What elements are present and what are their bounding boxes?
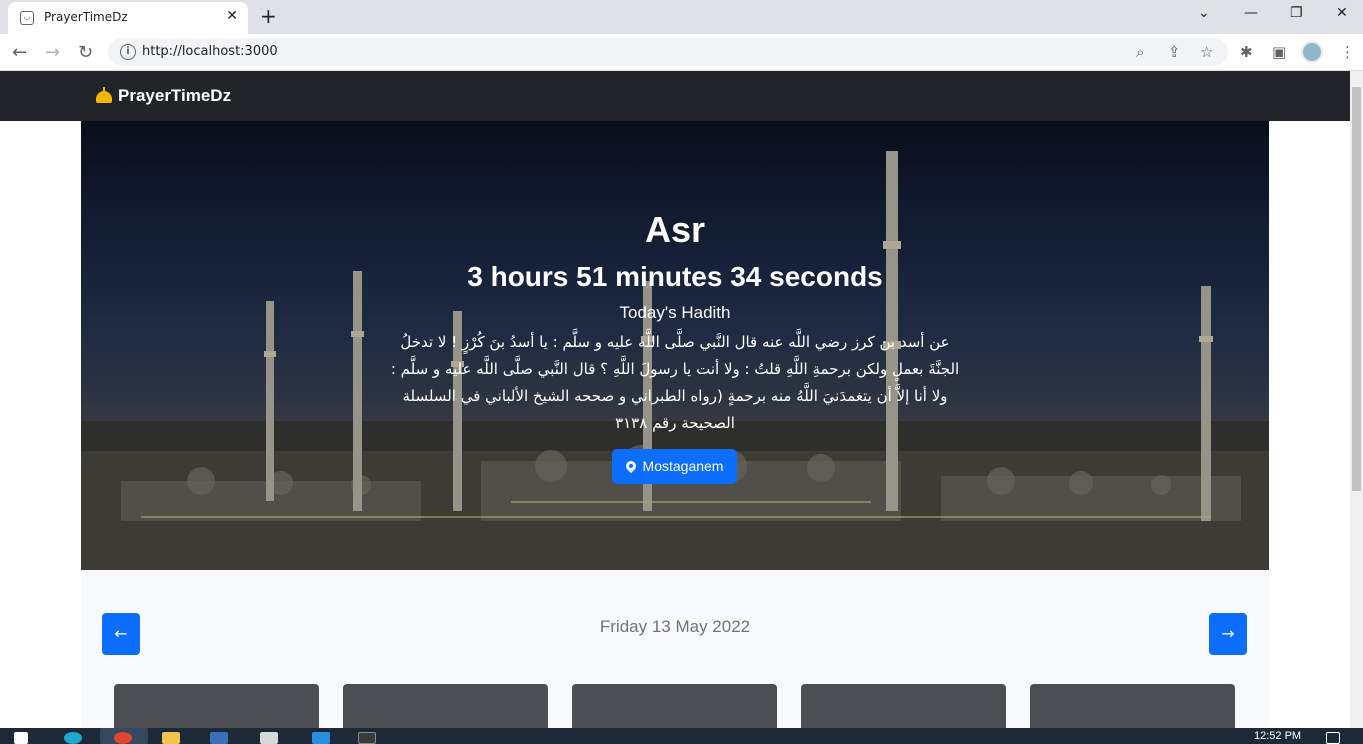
browser-toolbar: ← → ↻ i http://localhost:3000 ⌕ ⇪ ☆ ✱ ▣ …: [0, 34, 1363, 71]
map-pin-icon: [623, 458, 638, 474]
bookmark-star-icon[interactable]: ☆: [1200, 43, 1213, 61]
close-window-icon[interactable]: ✕: [1336, 5, 1348, 21]
minimize-icon[interactable]: —: [1244, 5, 1258, 21]
os-taskbar: 12:52 PM: [0, 728, 1363, 744]
brand-name: PrayerTimeDz: [118, 86, 232, 105]
reload-icon[interactable]: ↻: [78, 42, 93, 63]
start-icon[interactable]: [14, 732, 28, 744]
browser-tab[interactable]: ◡ PrayerTimeDz ✕: [8, 2, 248, 34]
next-prayer-name: Asr: [644, 209, 706, 250]
menu-dots-icon[interactable]: ⋮: [1340, 43, 1355, 61]
favicon-icon: ◡: [20, 11, 34, 25]
app-icon-2[interactable]: [260, 732, 278, 744]
prayer-card: [114, 684, 319, 728]
prayer-schedule-section: ← Friday 13 May 2022 →: [81, 570, 1269, 728]
tab-title: PrayerTimeDz: [44, 10, 128, 24]
edge-icon[interactable]: [64, 732, 82, 744]
tab-search-icon[interactable]: ⌄: [1198, 5, 1210, 21]
address-bar[interactable]: i http://localhost:3000 ⌕ ⇪ ☆: [108, 38, 1228, 66]
hadith-text: عن أسد بن كرز رضي اللَّه عنه قال النَّبي…: [390, 333, 960, 432]
site-info-icon[interactable]: i: [120, 44, 136, 60]
brand-link[interactable]: PrayerTimeDz: [95, 86, 231, 106]
location-label: Mostaganem: [642, 458, 724, 474]
back-icon[interactable]: ←: [12, 42, 27, 63]
new-tab-icon[interactable]: +: [260, 4, 277, 28]
prayer-card: [1030, 684, 1235, 728]
page-viewport: PrayerTimeDz Asr 3 hours 51 minutes 34 s…: [0, 71, 1350, 728]
extensions-icon[interactable]: ✱: [1240, 43, 1253, 61]
page-scrollbar[interactable]: [1350, 71, 1363, 728]
forward-icon[interactable]: →: [45, 42, 60, 63]
browser-tab-strip: ◡ PrayerTimeDz ✕ + ⌄ — ❐ ✕: [0, 0, 1363, 34]
prayer-card: [801, 684, 1006, 728]
location-button[interactable]: Mostaganem: [612, 449, 737, 484]
next-day-button[interactable]: →: [1209, 613, 1247, 655]
share-icon[interactable]: ⇪: [1168, 43, 1181, 61]
prayer-countdown: 3 hours 51 minutes 34 seconds: [467, 261, 883, 292]
app-icon[interactable]: [210, 732, 228, 744]
notifications-icon[interactable]: [1326, 732, 1340, 744]
hadith-title: Today's Hadith: [619, 303, 731, 322]
side-panel-icon[interactable]: ▣: [1272, 43, 1286, 61]
schedule-date: Friday 13 May 2022: [599, 617, 751, 636]
mosque-icon: [95, 87, 113, 103]
hero-banner: Asr 3 hours 51 minutes 34 seconds Today'…: [81, 121, 1269, 570]
file-explorer-icon[interactable]: [162, 732, 180, 744]
restore-icon[interactable]: ❐: [1290, 5, 1303, 21]
hero-content: Asr 3 hours 51 minutes 34 seconds Today'…: [81, 121, 1269, 570]
profile-avatar[interactable]: [1301, 41, 1323, 63]
terminal-icon[interactable]: [358, 732, 376, 744]
taskbar-clock[interactable]: 12:52 PM: [1254, 730, 1301, 742]
prayer-card: [572, 684, 777, 728]
site-navbar: PrayerTimeDz: [0, 71, 1350, 121]
zoom-icon[interactable]: ⌕: [1136, 43, 1144, 61]
url-text[interactable]: http://localhost:3000: [142, 44, 278, 59]
arrow-right-icon: →: [1221, 624, 1235, 643]
close-tab-icon[interactable]: ✕: [226, 8, 238, 24]
chrome-icon[interactable]: [114, 732, 132, 744]
scrollbar-thumb[interactable]: [1352, 87, 1361, 491]
prayer-card: [343, 684, 548, 728]
vscode-icon[interactable]: [312, 732, 330, 744]
